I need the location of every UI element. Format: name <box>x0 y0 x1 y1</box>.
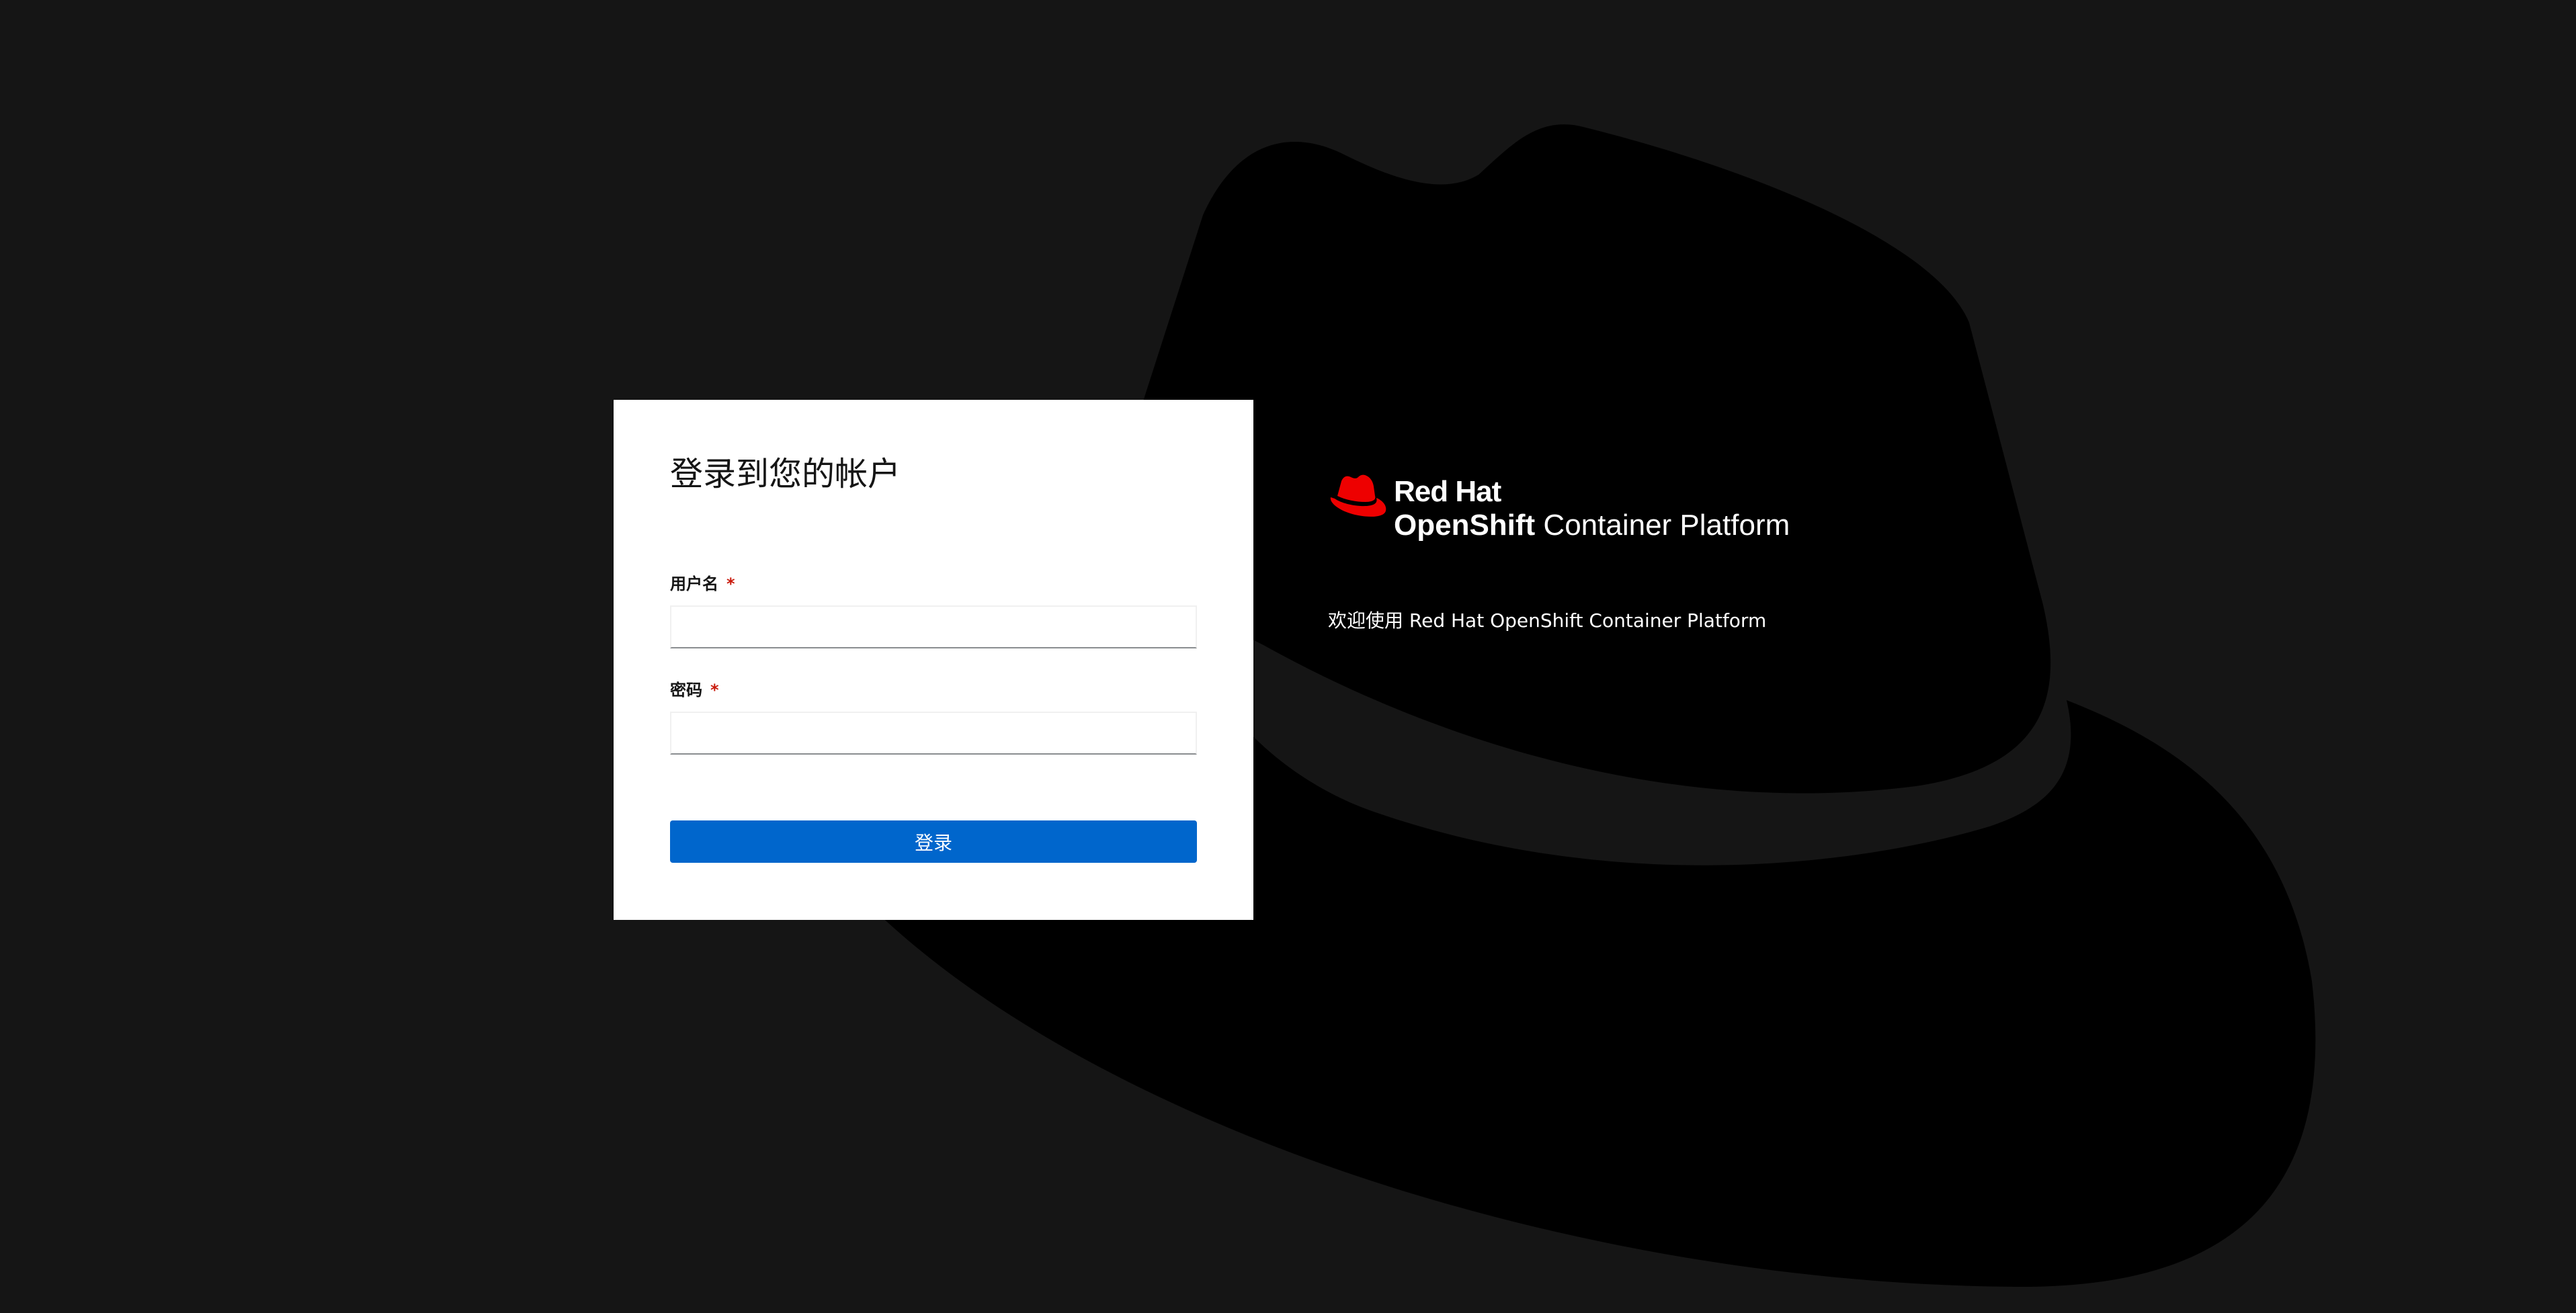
username-input[interactable] <box>670 605 1197 648</box>
redhat-hat-crown <box>1337 474 1376 502</box>
login-title: 登录到您的帐户 <box>670 455 901 493</box>
brand-product-strong: OpenShift <box>1394 509 1536 542</box>
brand-product-rest: Container Platform <box>1535 509 1790 542</box>
password-label-text: 密码 <box>670 681 702 700</box>
brand-logo: Red Hat OpenShift Container Platform <box>1328 473 1839 554</box>
brand-product-name: OpenShift Container Platform <box>1394 511 1790 540</box>
redhat-hat-icon <box>1330 474 1386 517</box>
fedora-hat-background-icon <box>833 124 2316 1287</box>
login-card: 登录到您的帐户 用户名 * 密码 * 登录 <box>614 400 1253 920</box>
login-button[interactable]: 登录 <box>670 820 1197 863</box>
password-label: 密码 * <box>670 682 719 698</box>
hat-crown-shape <box>1142 124 2051 794</box>
login-page: 登录到您的帐户 用户名 * 密码 * 登录 Red Hat OpenShift Co… <box>0 0 2576 1313</box>
username-label: 用户名 * <box>670 576 735 592</box>
password-required-mark: * <box>710 681 719 700</box>
username-required-mark: * <box>726 575 735 593</box>
brand-company-name: Red Hat <box>1394 475 1501 508</box>
username-label-text: 用户名 <box>670 575 718 593</box>
welcome-text: 欢迎使用 Red Hat OpenShift Container Platfor… <box>1328 609 1767 632</box>
password-input[interactable] <box>670 712 1197 755</box>
